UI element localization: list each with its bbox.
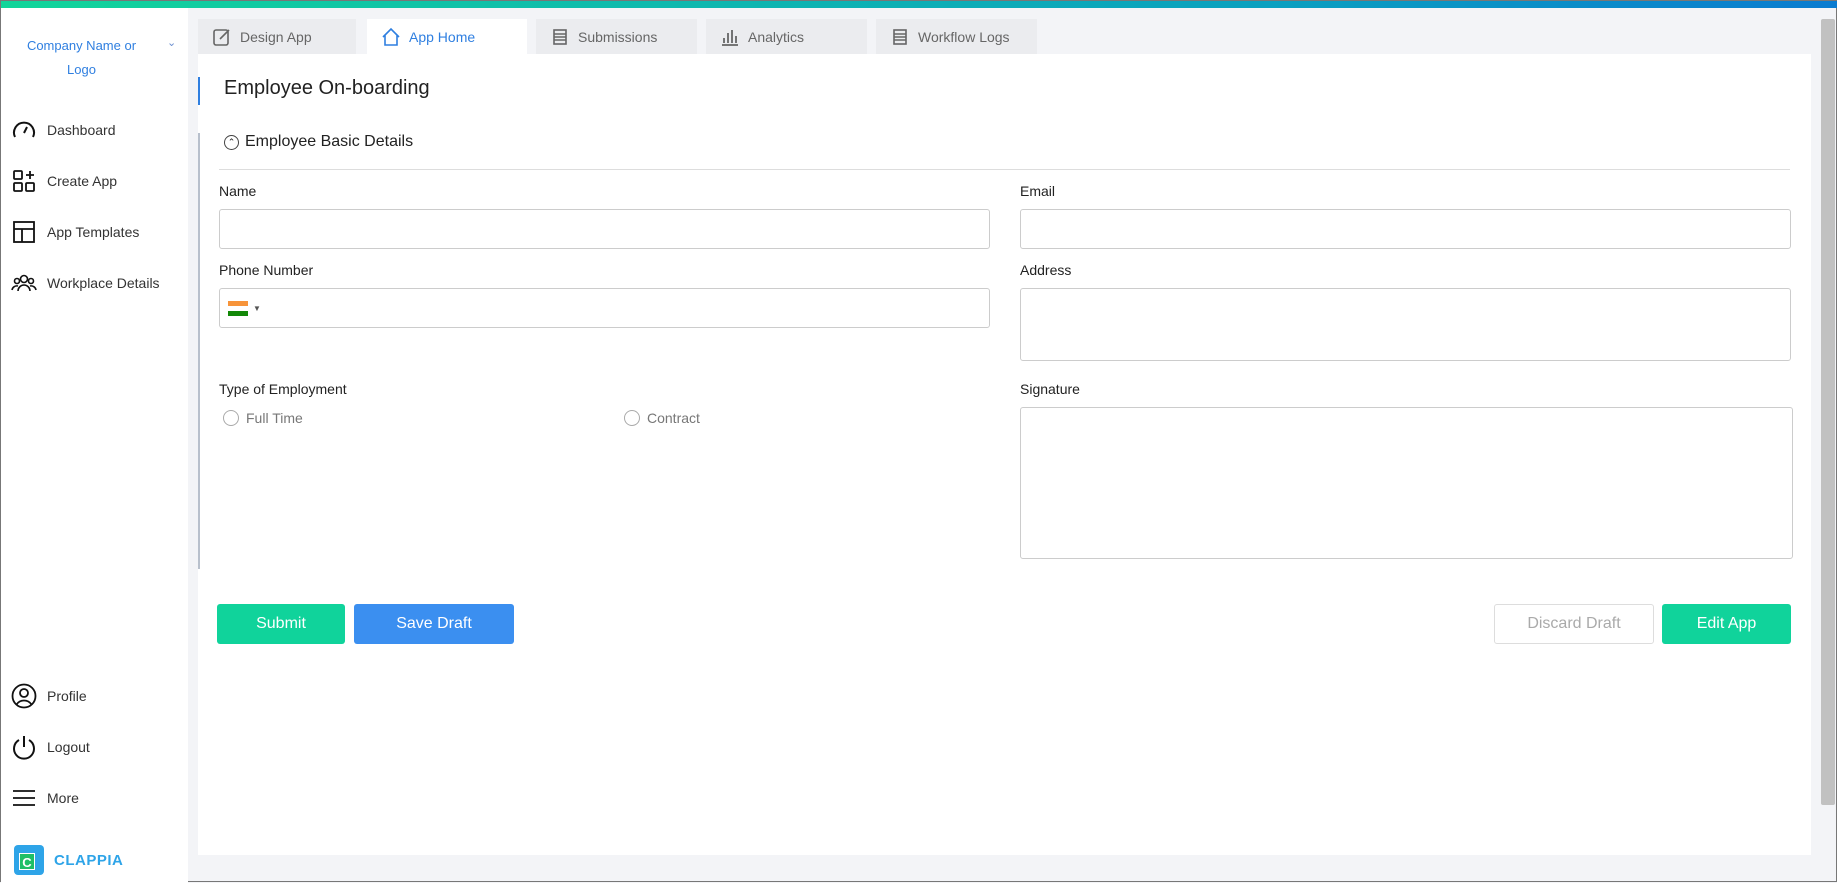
sidebar-item-logout[interactable]: Logout	[11, 734, 90, 760]
name-label: Name	[219, 183, 257, 199]
list-icon	[553, 28, 567, 45]
employment-label: Type of Employment	[219, 381, 347, 397]
company-name[interactable]: Company Name or Logo	[19, 34, 144, 82]
profile-icon	[11, 683, 37, 709]
sidebar-item-label: Dashboard	[47, 122, 116, 138]
collapse-icon[interactable]: ⌃	[224, 134, 239, 150]
edit-app-button[interactable]: Edit App	[1662, 604, 1791, 644]
dashboard-icon	[13, 121, 35, 138]
sidebar-item-label: App Templates	[47, 224, 140, 240]
power-icon	[13, 736, 35, 760]
name-input[interactable]	[219, 209, 990, 249]
email-label: Email	[1020, 183, 1056, 199]
radio-full-time[interactable]: Full Time	[223, 410, 303, 426]
divider	[219, 169, 1790, 170]
sidebar-item-more[interactable]: More	[11, 785, 79, 811]
section-header[interactable]: ⌃ Employee Basic Details	[224, 133, 413, 151]
radio-circle[interactable]	[624, 410, 640, 426]
users-icon	[11, 274, 37, 292]
menu-icon	[13, 790, 35, 806]
bar-chart-icon	[722, 29, 738, 46]
sidebar-item-label: Create App	[47, 173, 118, 189]
sidebar-item-label: Workplace Details	[47, 275, 160, 291]
top-accent-bar	[1, 1, 1837, 8]
sidebar-item-dashboard[interactable]: Dashboard	[11, 117, 116, 143]
tab-submissions[interactable]: Submissions	[536, 19, 697, 54]
tab-design-app[interactable]: Design App	[198, 19, 356, 54]
phone-input[interactable]: ▼	[219, 288, 990, 328]
address-input[interactable]	[1020, 288, 1791, 361]
section-indicator	[198, 133, 200, 569]
list-icon	[893, 28, 907, 45]
sidebar-item-create-app[interactable]: Create App	[11, 168, 117, 194]
country-selector[interactable]: ▼	[228, 301, 261, 316]
home-icon	[382, 27, 400, 46]
discard-draft-button[interactable]: Discard Draft	[1494, 604, 1654, 644]
edit-icon	[213, 28, 230, 46]
clappia-logo: C CLAPPIA	[14, 845, 123, 875]
tab-app-home[interactable]: App Home	[367, 19, 527, 54]
templates-icon	[13, 221, 35, 243]
caret-down-icon: ▼	[253, 304, 261, 313]
email-input[interactable]	[1020, 209, 1791, 249]
save-draft-button[interactable]: Save Draft	[354, 604, 514, 644]
signature-label: Signature	[1020, 381, 1080, 397]
sidebar-item-label: Logout	[47, 739, 90, 755]
sidebar-item-workplace-details[interactable]: Workplace Details	[11, 270, 160, 296]
radio-circle[interactable]	[223, 410, 239, 426]
sidebar-item-profile[interactable]: Profile	[11, 683, 87, 709]
scrollbar[interactable]	[1821, 19, 1835, 805]
address-label: Address	[1020, 262, 1072, 278]
tab-analytics[interactable]: Analytics	[706, 19, 867, 54]
india-flag-icon	[228, 301, 248, 316]
page-title: Employee On-boarding	[198, 77, 430, 105]
sidebar-item-label: Profile	[47, 688, 87, 704]
signature-pad[interactable]	[1020, 407, 1793, 559]
submit-button[interactable]: Submit	[217, 604, 345, 644]
sidebar-item-label: More	[47, 790, 79, 806]
create-app-icon	[13, 170, 35, 192]
phone-label: Phone Number	[219, 262, 314, 278]
sidebar-item-app-templates[interactable]: App Templates	[11, 219, 139, 245]
tab-workflow-logs[interactable]: Workflow Logs	[876, 19, 1037, 54]
radio-contract[interactable]: Contract	[624, 410, 700, 426]
sidebar: Company Name or Logo ⌄ Dashboard Create …	[1, 8, 188, 883]
chevron-down-icon[interactable]: ⌄	[167, 36, 176, 49]
